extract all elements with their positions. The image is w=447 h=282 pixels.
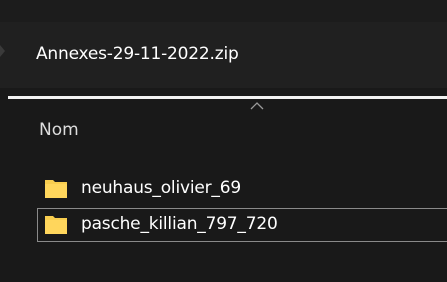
- breadcrumb-path[interactable]: Annexes-29-11-2022.zip: [36, 44, 239, 64]
- folder-icon: [45, 216, 67, 234]
- column-header-name[interactable]: Nom: [39, 120, 79, 140]
- list-item[interactable]: neuhaus_olivier_69: [37, 172, 447, 206]
- window-top-strip: [0, 0, 447, 22]
- folder-icon: [45, 180, 67, 198]
- breadcrumb-chevron-icon[interactable]: [0, 45, 5, 57]
- list-item-label: neuhaus_olivier_69: [81, 178, 241, 198]
- list-item-selected[interactable]: pasche_killian_797_720: [37, 208, 447, 242]
- chevron-up-icon: [250, 102, 264, 110]
- list-item-label: pasche_killian_797_720: [81, 214, 278, 234]
